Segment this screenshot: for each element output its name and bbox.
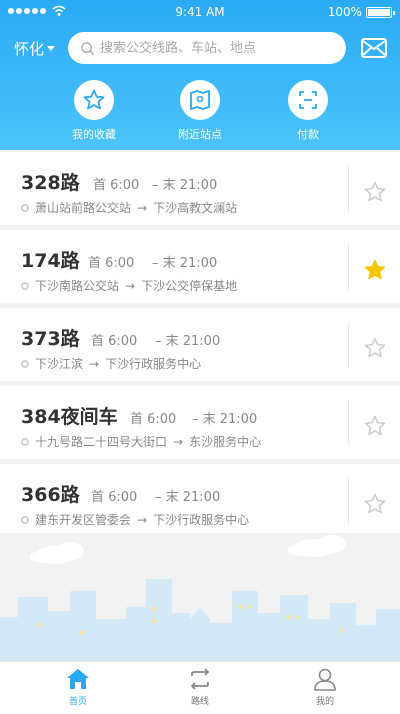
tab-routes-label: 路线	[190, 697, 209, 707]
mail-icon[interactable]	[360, 36, 388, 60]
screen: 9:41 AM 100% 怀化 我的收藏	[0, 0, 400, 714]
route-direction: 十九号路二十四号大街口 → 东沙服务中心	[21, 433, 261, 450]
route-to: 下沙行政服务中心	[153, 513, 250, 527]
tab-home-label: 首页	[68, 697, 87, 707]
route-first-bus: 首 6:00	[88, 256, 135, 271]
divider	[348, 322, 349, 368]
route-arrow: →	[137, 512, 148, 527]
route-to: 下沙公交停保基地	[141, 279, 238, 293]
route-card[interactable]: 366路 首 6:00 – 末 21:00 建东开发区管委会 → 下沙行政服务中…	[0, 464, 400, 537]
quick-pay-circle	[288, 80, 328, 120]
status-bar: 9:41 AM 100%	[0, 0, 400, 24]
route-from: 下沙江滨	[35, 357, 84, 371]
battery-fill	[368, 9, 390, 16]
bottom-tab-bar: 首页 路线 我的	[0, 661, 400, 714]
route-icon	[191, 668, 209, 690]
tab-routes[interactable]: 路线	[160, 666, 240, 707]
city-skyline-illustration	[0, 533, 400, 661]
route-number: 174路	[21, 250, 80, 272]
route-last-bus: – 末 21:00	[155, 490, 221, 505]
quick-nearby-circle	[180, 80, 220, 120]
route-last-bus: – 末 21:00	[152, 256, 218, 271]
route-card[interactable]: 373路 首 6:00 – 末 21:00 下沙江滨 → 下沙行政服务中心	[0, 308, 400, 381]
city-selector[interactable]: 怀化	[14, 38, 56, 59]
search-input[interactable]	[100, 40, 340, 56]
divider	[348, 400, 349, 446]
route-card[interactable]: 328路 首 6:00 – 末 21:00 萧山站前路公交站 → 下沙高教文澜站	[0, 152, 400, 225]
route-first-bus: 首 6:00	[91, 490, 138, 505]
map-icon	[190, 90, 210, 110]
quick-favorites-circle	[74, 80, 114, 120]
route-to: 下沙高教文澜站	[153, 201, 238, 215]
favorite-star-icon[interactable]	[363, 336, 387, 360]
route-direction: 建东开发区管委会 → 下沙行政服务中心	[21, 511, 249, 528]
route-from: 十九号路二十四号大街口	[35, 435, 168, 449]
route-arrow: →	[89, 356, 100, 371]
route-number: 328路	[21, 172, 80, 194]
divider	[348, 166, 349, 212]
quick-pay-label: 付款	[297, 128, 319, 141]
quick-nearby-label: 附近站点	[178, 128, 222, 141]
favorite-star-icon[interactable]	[363, 258, 387, 282]
route-first-bus: 首 6:00	[91, 334, 138, 349]
divider	[348, 244, 349, 290]
search-bar[interactable]	[68, 32, 346, 64]
quick-pay[interactable]: 付款	[263, 80, 353, 142]
stop-dot-icon	[21, 281, 29, 290]
stop-dot-icon	[21, 203, 29, 212]
route-to: 下沙行政服务中心	[105, 357, 202, 371]
home-icon	[67, 669, 89, 689]
route-last-bus: – 末 21:00	[152, 178, 218, 193]
route-card[interactable]: 384夜间车 首 6:00 – 末 21:00 十九号路二十四号大街口 → 东沙…	[0, 386, 400, 459]
route-from: 萧山站前路公交站	[35, 201, 132, 215]
battery-percentage: 100%	[327, 5, 362, 19]
quick-nearby[interactable]: 附近站点	[155, 80, 245, 142]
route-first-bus: 首 6:00	[130, 412, 177, 427]
divider	[348, 478, 349, 524]
route-arrow: →	[125, 278, 136, 293]
stop-dot-icon	[21, 515, 29, 524]
route-direction: 萧山站前路公交站 → 下沙高教文澜站	[21, 199, 237, 216]
battery-icon	[366, 7, 395, 18]
route-arrow: →	[137, 200, 148, 215]
route-to: 东沙服务中心	[189, 435, 262, 449]
route-number: 384夜间车	[21, 406, 118, 428]
route-number: 366路	[21, 484, 80, 506]
route-arrow: →	[173, 434, 184, 449]
route-from: 建东开发区管委会	[35, 513, 132, 527]
route-first-bus: 首 6:00	[93, 178, 140, 193]
route-from: 下沙南路公交站	[35, 279, 120, 293]
favorite-star-icon[interactable]	[363, 414, 387, 438]
quick-favorites[interactable]: 我的收藏	[49, 80, 139, 142]
city-label: 怀化	[14, 40, 45, 58]
stop-dot-icon	[21, 359, 29, 368]
route-last-bus: – 末 21:00	[192, 412, 258, 427]
user-icon	[314, 668, 336, 691]
header: 9:41 AM 100% 怀化 我的收藏	[0, 0, 400, 150]
quick-favorites-label: 我的收藏	[72, 128, 116, 141]
route-last-bus: – 末 21:00	[155, 334, 221, 349]
search-icon	[81, 41, 95, 55]
tab-profile-label: 我的	[315, 697, 334, 707]
route-number: 373路	[21, 328, 80, 350]
chevron-down-icon	[47, 46, 56, 51]
route-direction: 下沙南路公交站 → 下沙公交停保基地	[21, 277, 237, 294]
route-card[interactable]: 174路 首 6:00 – 末 21:00 下沙南路公交站 → 下沙公交停保基地	[0, 230, 400, 303]
scan-icon	[299, 91, 317, 109]
tab-home[interactable]: 首页	[38, 666, 118, 707]
route-direction: 下沙江滨 → 下沙行政服务中心	[21, 355, 201, 372]
star-icon	[83, 89, 105, 110]
stop-dot-icon	[21, 437, 29, 446]
route-list: 328路 首 6:00 – 末 21:00 萧山站前路公交站 → 下沙高教文澜站…	[0, 152, 400, 542]
favorite-star-icon[interactable]	[363, 492, 387, 516]
tab-profile[interactable]: 我的	[285, 666, 365, 707]
favorite-star-icon[interactable]	[363, 180, 387, 204]
